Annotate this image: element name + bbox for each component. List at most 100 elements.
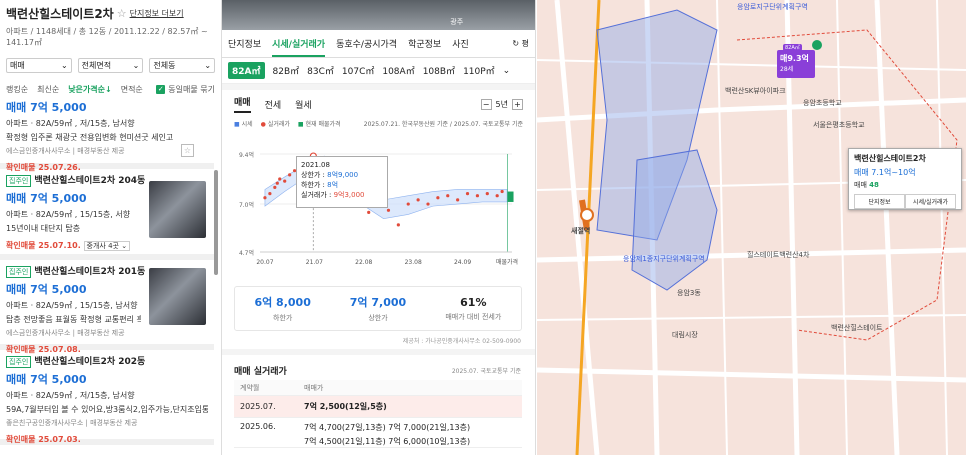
favorite-icon[interactable]: ☆ (181, 144, 194, 157)
price-stats: 6억 8,000 하한가 7억 7,000 상한가 61% 매매가 대비 전세가 (234, 286, 522, 331)
area-tab[interactable]: 108B㎡ (423, 64, 455, 77)
trade-point (288, 173, 292, 177)
period-value: 5년 (495, 99, 508, 109)
list-item[interactable]: 집주인 백련산힐스테이트2차 204동 매매 7억 5,000 아파트 · 82A… (0, 169, 214, 260)
trade-point (275, 181, 279, 185)
tooltip-row: 하한가 : 8억 (301, 181, 339, 189)
detail-tabs: 단지정보 시세/실거래가 동호수/공시가격 학군정보 사진 ↻ 평 (222, 30, 535, 58)
trade-type-tabs: 매매 전세 월세 − 5년 + (222, 90, 535, 118)
listing-title: 백련산힐스테이트2차 204동 (34, 176, 146, 186)
minus-button[interactable]: − (480, 98, 492, 110)
area-tab[interactable]: 108A㎡ (382, 64, 414, 77)
tab-school[interactable]: 학군정보 (408, 37, 441, 50)
area-tab[interactable]: 110P㎡ (463, 64, 495, 77)
tab-complex-info[interactable]: 단지정보 (228, 37, 261, 50)
stat-ratio: 61% 매매가 대비 전세가 (445, 295, 502, 321)
complex-more-link[interactable]: 단지정보 더보기 (130, 8, 184, 19)
list-item[interactable]: 매매 7억 5,000 아파트 · 82A/59㎡ , 저/15층, 남서향 확… (0, 92, 214, 172)
current-listing-bar (507, 191, 514, 202)
map-canvas[interactable] (537, 0, 966, 455)
listing-list: 매매 7억 5,000 아파트 · 82A/59㎡ , 저/15층, 남서향 확… (0, 92, 214, 445)
area-tab[interactable]: 82B㎡ (273, 64, 300, 77)
map-label: 힐스테이트백련산4차 (747, 251, 810, 259)
listing-price: 매매 7억 5,000 (6, 373, 87, 386)
listing-desc: 59A,7월부터입 볼 수 있어요,방3룸식2,입주가능,단지조입통평지 (6, 405, 208, 414)
trade-point (465, 192, 470, 196)
stat-low: 6억 8,000 하한가 (254, 296, 311, 322)
marker-price: 매9.3억 (780, 54, 809, 63)
trade-point (456, 198, 460, 202)
trade-point (446, 194, 450, 198)
tab-jeonse[interactable]: 전세 (265, 98, 282, 111)
trade-point (263, 196, 267, 200)
chart-legend: ■ 시세 ● 실거래가 ■ 현재 매물가격 2025.07.21. 한국부동산원… (222, 118, 535, 128)
list-item[interactable]: 집주인 백련산힐스테이트2차 201동 매매 7억 5,000 아파트 · 82A… (0, 260, 214, 354)
tab-photo[interactable]: 사진 (452, 37, 469, 50)
trade-point (278, 177, 282, 181)
complex-marker[interactable]: 매9.3억 28세 (777, 50, 815, 78)
table-row[interactable]: 2025.07. 7억 2,500(12일,5층) (234, 396, 522, 418)
popup-price: 매매 7.1억~10억 (854, 168, 916, 177)
dong-filter[interactable]: 전체동 ⌄ (149, 58, 216, 73)
chevron-down-icon: ⌄ (204, 61, 212, 70)
list-scrollbar[interactable] (214, 170, 218, 275)
chevron-down-icon[interactable]: ⌄ (503, 66, 511, 76)
complex-popup[interactable]: 백련산힐스테이트2차 매매 7.1억~10억 매매 48 단지정보 시세/실거래… (848, 148, 962, 210)
owner-badge: 집주인 (6, 266, 32, 278)
table-row[interactable]: 2025.06. 7억 4,700(27일,13층) 7억 7,000(21일,1… (234, 418, 522, 448)
chevron-down-icon: ⌄ (60, 61, 68, 70)
history-title: 매매 실거래가 (234, 367, 287, 377)
tab-sale[interactable]: 매매 (234, 95, 251, 113)
trade-point (396, 223, 400, 227)
photo-thumb[interactable]: 광주 (378, 0, 535, 30)
map-view[interactable]: 응암로지구단위계획구역 응암초등학교 백련산SK뷰아이파크 새절역 응암제1종지… (537, 0, 966, 455)
list-item[interactable]: 집주인 백련산힐스테이트2차 202동 매매 7억 5,000 아파트 · 82A… (0, 350, 214, 445)
tab-monthly[interactable]: 월세 (295, 98, 312, 111)
area-tab[interactable]: 107C㎡ (342, 64, 374, 77)
listing-photo[interactable] (149, 268, 206, 325)
photo-thumb[interactable] (222, 0, 379, 30)
table-header: 계약월 매매가 (234, 380, 522, 396)
listing-desc: 확정형 입주론 채광굿 전용입변화 현미션굿 세인고 (6, 133, 174, 142)
map-label: 대림시장 (672, 331, 698, 339)
trade-point (485, 192, 489, 196)
area-tab[interactable]: 83C㎡ (307, 64, 334, 77)
x-tick-label: 21.07 (306, 259, 323, 266)
tab-price[interactable]: 시세/실거래가 (272, 37, 326, 57)
chevron-down-icon: ⌄ (132, 61, 140, 70)
photo-strip[interactable]: 광주 (222, 0, 535, 30)
broker-count-button[interactable]: 중개사 4곳 ⌄ (83, 241, 131, 251)
trade-point (495, 194, 499, 198)
owner-badge: 집주인 (6, 175, 32, 187)
listing-agent: 에스금인중개사사무소 | 매경부동산 제공 (6, 329, 125, 337)
area-filter[interactable]: 전체면적 ⌄ (77, 58, 144, 73)
legend-listing: ■ 현재 매물가격 (297, 120, 341, 128)
map-label: 응암제1종지구단위계획구역 (623, 255, 705, 263)
legend-source: 2025.07.21. 한국부동산원 기준 / 2025.07. 국토교통부 기… (363, 120, 523, 128)
trade-point (406, 202, 410, 206)
listing-panel: 백련산힐스테이트2차 ☆ 단지정보 더보기 아파트 / 1148세대 / 총 1… (0, 0, 222, 455)
history-table: 계약월 매매가 2025.07. 7억 2,500(12일,5층) 2025.06.… (234, 380, 522, 448)
popup-price-button[interactable]: 시세/실거래가 (905, 194, 956, 209)
listing-title: 백련산힐스테이트2차 201동 (34, 267, 146, 277)
unit-toggle[interactable]: ↻ 평 (512, 38, 529, 49)
trade-point (416, 198, 420, 202)
favorite-star-icon[interactable]: ☆ (117, 7, 127, 20)
chart-tooltip: 2021.08 상한가 : 8억9,000 하한가 : 8억 실거래가 : 9억… (296, 156, 388, 208)
tab-dong-ho[interactable]: 동호수/공시가격 (336, 37, 397, 50)
area-tabs: 82A㎡ 82B㎡ 83C㎡ 107C㎡ 108A㎡ 108B㎡ 110P㎡ ⌄ (222, 58, 535, 84)
listing-desc: 탑층 전망좋음 표월동 확정형 교통편리 흑... (6, 315, 141, 324)
x-tick-label: 20.07 (256, 259, 273, 266)
complex-summary: 아파트 / 1148세대 / 총 12동 / 2011.12.22 / 82.5… (6, 27, 208, 47)
tooltip-row: 상한가 : 8억9,000 (301, 171, 359, 179)
tooltip-row: 실거래가 : 9억3,000 (301, 191, 365, 199)
listing-confirmed: 확인매물 25.07.03. (6, 435, 81, 444)
area-tab[interactable]: 82A㎡ (228, 62, 265, 79)
trade-point (273, 185, 277, 189)
popup-info-button[interactable]: 단지정보 (854, 194, 905, 209)
listing-photo[interactable] (149, 181, 206, 238)
complex-name: 백련산힐스테이트2차 (6, 7, 114, 21)
popup-title: 백련산힐스테이트2차 (854, 154, 926, 163)
plus-button[interactable]: + (512, 98, 523, 110)
trade-filter[interactable]: 매매 ⌄ (6, 58, 72, 73)
